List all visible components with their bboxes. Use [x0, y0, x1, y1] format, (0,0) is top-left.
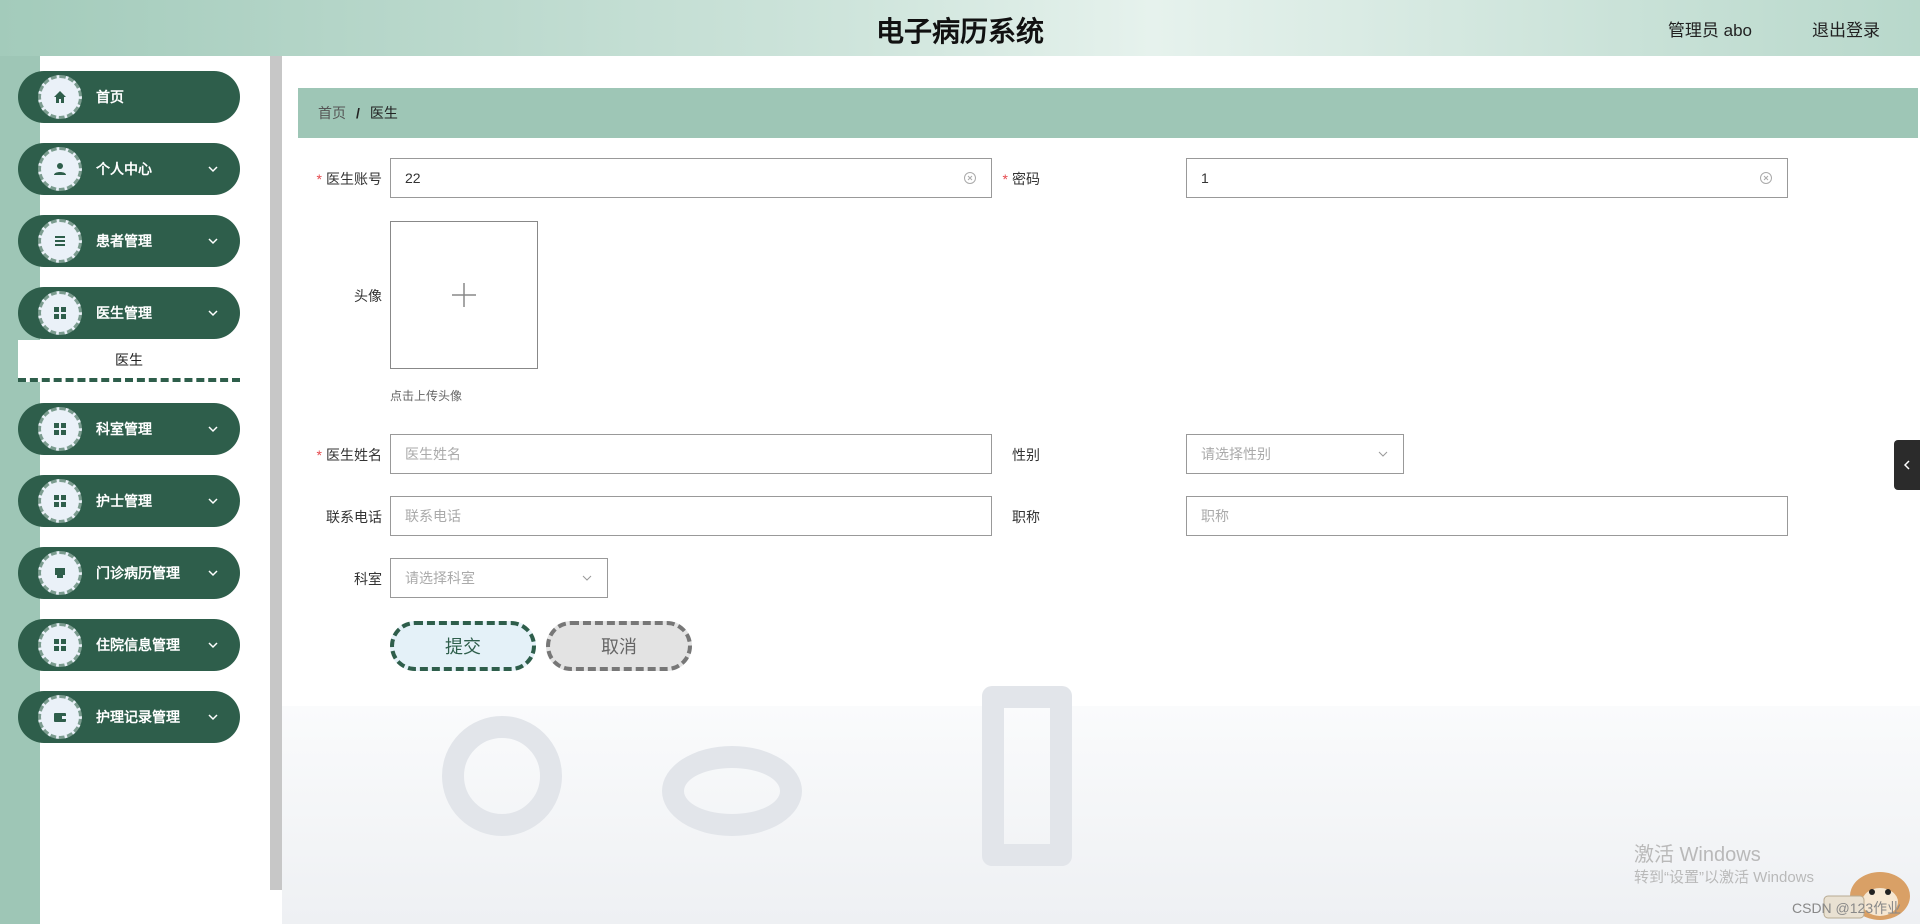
sidebar-item-label: 门诊病历管理 [96, 565, 180, 581]
chevron-down-icon [208, 238, 218, 245]
department-label: 科室 [354, 571, 382, 587]
title-placeholder: 职称 [1201, 508, 1229, 524]
sidebar-item-doctors[interactable]: 医生管理 [18, 287, 240, 339]
breadcrumb-home[interactable]: 首页 [318, 103, 346, 123]
chevron-down-icon [208, 498, 218, 505]
main-content: 首页 / 医生 * 医生账号 22 * 密码 1 头像 点击上传头像 * 医生姓名 医… [282, 56, 1920, 924]
chevron-down-icon [208, 426, 218, 433]
windows-activation-tip: 转到“设置”以激活 Windows [1634, 869, 1815, 886]
chevron-down-icon [1378, 451, 1388, 457]
user-icon [38, 147, 82, 191]
sidebar-item-label: 个人中心 [96, 161, 152, 177]
submit-button[interactable]: 提交 [390, 621, 536, 671]
sidebar-item-patients[interactable]: 患者管理 [18, 215, 240, 267]
sidebar-item-inpatient-info[interactable]: 住院信息管理 [18, 619, 240, 671]
sidebar-item-label: 首页 [96, 89, 124, 105]
grid-icon [38, 407, 82, 451]
chevron-down-icon [208, 310, 218, 317]
gender-select[interactable]: 请选择性别 [1186, 434, 1404, 474]
avatar-label: 头像 [354, 288, 382, 304]
breadcrumb-current: 医生 [369, 105, 398, 121]
title-input[interactable]: 职称 [1186, 496, 1788, 536]
sidebar-scrollbar[interactable] [270, 56, 282, 890]
csdn-watermark: CSDN @123作业 [1792, 900, 1902, 916]
side-panel-toggle[interactable] [1894, 440, 1920, 490]
breadcrumb-separator: / [356, 105, 360, 121]
sidebar-item-outpatient-records[interactable]: 门诊病历管理 [18, 547, 240, 599]
chevron-left-icon [1903, 460, 1910, 470]
password-input[interactable]: 1 [1186, 158, 1788, 198]
avatar-upload[interactable] [390, 221, 538, 369]
background-shape [442, 716, 562, 836]
avatar-upload-tip: 点击上传头像 [390, 389, 463, 403]
sidebar-item-home[interactable]: 首页 [18, 71, 240, 123]
sidebar-item-departments[interactable]: 科室管理 [18, 403, 240, 455]
list-icon [38, 219, 82, 263]
password-label: * 密码 [1002, 171, 1040, 187]
sidebar-item-label: 护理记录管理 [96, 709, 180, 725]
background-shape [662, 746, 802, 836]
sidebar-item-label: 科室管理 [96, 421, 152, 437]
app-header: 电子病历系统 管理员 abo 退出登录 [0, 0, 1920, 56]
sidebar-item-nursing-records[interactable]: 护理记录管理 [18, 691, 240, 743]
gender-label: 性别 [1012, 447, 1040, 463]
windows-activation-title: 激活 Windows [1634, 844, 1761, 866]
grid-icon [38, 623, 82, 667]
chevron-down-icon [208, 642, 218, 649]
background-image [282, 686, 1920, 924]
name-label: * 医生姓名 [316, 447, 382, 463]
grid-icon [38, 479, 82, 523]
account-value: 22 [405, 170, 421, 186]
chevron-down-icon [208, 166, 218, 173]
name-placeholder: 医生姓名 [405, 446, 461, 462]
password-value: 1 [1201, 170, 1209, 186]
phone-placeholder: 联系电话 [405, 508, 461, 524]
sidebar-item-label: 住院信息管理 [96, 637, 180, 653]
background-shape [982, 686, 1072, 866]
gender-placeholder: 请选择性别 [1201, 446, 1271, 462]
chevron-down-icon [208, 570, 218, 577]
phone-label: 联系电话 [326, 509, 382, 525]
account-label: * 医生账号 [316, 171, 382, 187]
sidebar-item-label: 护士管理 [96, 493, 152, 509]
wallet-icon [38, 695, 82, 739]
sidebar-item-label: 患者管理 [96, 233, 152, 249]
cancel-button[interactable]: 取消 [546, 621, 692, 671]
clear-icon[interactable] [1759, 171, 1773, 185]
sidebar-item-label: 医生管理 [96, 305, 152, 321]
sidebar-item-nurses[interactable]: 护士管理 [18, 475, 240, 527]
grid-icon [38, 291, 82, 335]
home-icon [38, 75, 82, 119]
title-label: 职称 [1012, 509, 1040, 525]
chevron-down-icon [582, 575, 592, 581]
breadcrumb: 首页 / 医生 [298, 88, 1918, 138]
logout-link[interactable]: 退出登录 [1812, 16, 1880, 41]
department-placeholder: 请选择科室 [405, 570, 475, 586]
department-select[interactable]: 请选择科室 [390, 558, 608, 598]
current-user: 管理员 abo [1667, 21, 1752, 40]
sidebar-subitem-doctor[interactable]: 医生 [18, 340, 240, 382]
app-title: 电子病历系统 [875, 15, 1044, 48]
sidebar-item-personal-center[interactable]: 个人中心 [18, 143, 240, 195]
plus-icon [452, 283, 476, 307]
chevron-down-icon [208, 714, 218, 721]
printer-icon [38, 551, 82, 595]
